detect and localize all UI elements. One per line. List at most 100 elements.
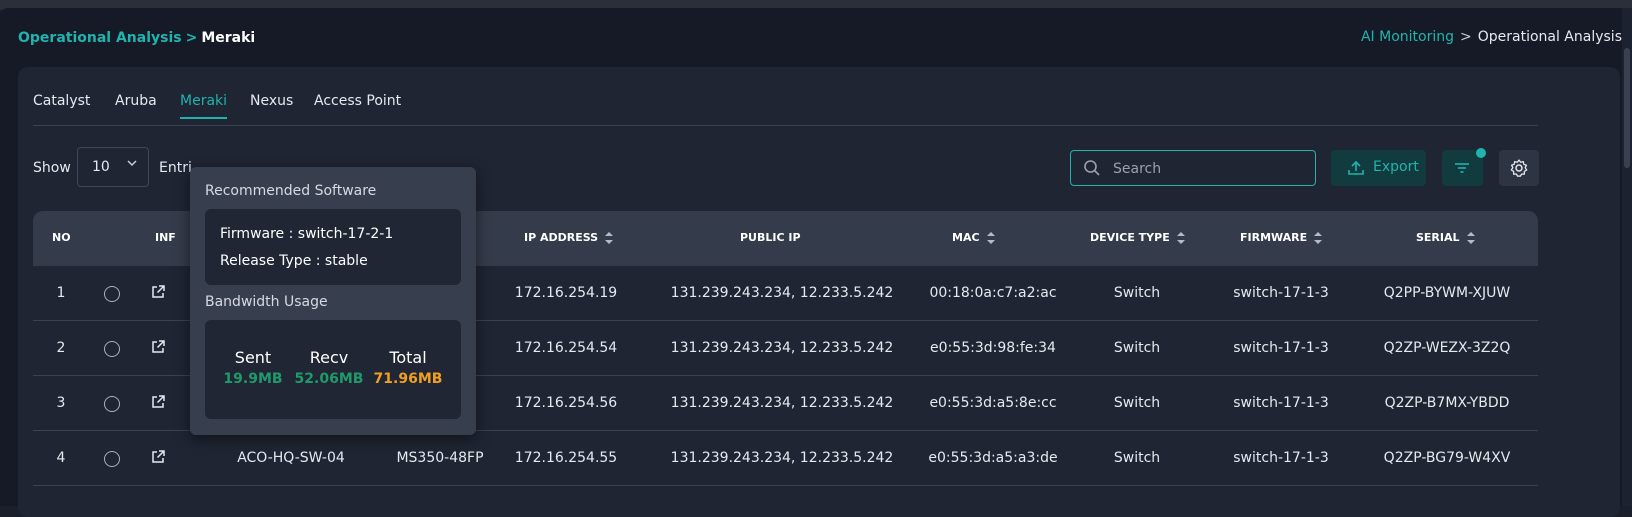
filter-icon [1453, 159, 1471, 181]
breadcrumb-current: Meraki [201, 30, 256, 46]
cell-model: MS350-48FP [396, 450, 484, 466]
entries-label: Entri [159, 160, 192, 176]
row-select-radio[interactable] [104, 451, 120, 467]
col-header-serial[interactable]: SERIAL [1416, 231, 1476, 245]
sent-value: 19.9MB [223, 371, 283, 387]
external-link-icon[interactable] [150, 339, 166, 359]
page-size-value: 10 [92, 159, 110, 175]
tab-aruba[interactable]: Aruba [115, 93, 157, 117]
breadcrumb-separator: > [1459, 29, 1472, 45]
col-header-device-type[interactable]: DEVICE TYPE [1090, 231, 1186, 245]
col-header-label: IP ADDRESS [524, 231, 599, 244]
bandwidth-sent: Sent 19.9MB [213, 348, 293, 387]
sort-icon [1466, 232, 1475, 244]
breadcrumb-link-operational-analysis[interactable]: Operational Analysis [18, 30, 182, 46]
search-icon [1083, 159, 1101, 181]
tab-catalyst[interactable]: Catalyst [33, 93, 90, 117]
cell-serial: Q2ZP-WEZX-3Z2Q [1383, 340, 1511, 356]
col-header-label: FIRMWARE [1240, 231, 1308, 244]
row-select-radio[interactable] [104, 341, 120, 357]
export-label: Export [1373, 159, 1419, 175]
bandwidth-recv: Recv 52.06MB [289, 348, 369, 387]
device-info-popover: Recommended Software Firmware : switch-1… [190, 167, 476, 435]
sort-icon [605, 232, 614, 244]
cell-no: 1 [56, 285, 66, 301]
cell-public-ip: 131.239.243.234, 12.233.5.242 [670, 450, 894, 466]
cell-serial: Q2ZP-B7MX-YBDD [1384, 395, 1510, 411]
cell-device-type: Switch [1113, 340, 1161, 356]
chevron-down-icon [126, 157, 138, 172]
cell-serial: Q2PP-BYWM-XJUW [1383, 285, 1511, 301]
cell-firmware: switch-17-1-3 [1233, 395, 1329, 411]
breadcrumb-link-ai-monitoring[interactable]: AI Monitoring [1361, 29, 1454, 45]
col-header-ip-address[interactable]: IP ADDRESS [524, 231, 614, 245]
external-link-icon[interactable] [150, 394, 166, 414]
bandwidth-usage-box: Sent 19.9MB Recv 52.06MB Total 71.96MB [205, 320, 461, 419]
cell-mac: e0:55:3d:98:fe:34 [930, 340, 1056, 356]
cell-device-type: Switch [1113, 395, 1161, 411]
total-label: Total [389, 348, 427, 367]
search-input[interactable] [1111, 157, 1305, 181]
upload-icon [1347, 159, 1365, 181]
cell-public-ip: 131.239.243.234, 12.233.5.242 [670, 395, 894, 411]
cell-firmware: switch-17-1-3 [1233, 450, 1329, 466]
search-box[interactable] [1070, 150, 1316, 186]
recommended-software-title: Recommended Software [205, 183, 377, 199]
external-link-icon[interactable] [150, 449, 166, 469]
cell-no: 4 [56, 450, 66, 466]
cell-name: ACO-HQ-SW-04 [237, 450, 345, 466]
cell-mac: e0:55:3d:a5:8e:cc [929, 395, 1057, 411]
cell-mac: 00:18:0a:c7:a2:ac [929, 285, 1057, 301]
recv-value: 52.06MB [294, 371, 364, 387]
sort-icon [986, 232, 995, 244]
show-label: Show [33, 160, 71, 176]
cell-mac: e0:55:3d:a5:a3:de [928, 450, 1058, 466]
device-tabs: Catalyst Aruba Meraki Nexus Access Point [33, 93, 1538, 126]
breadcrumb-current: Operational Analysis [1477, 29, 1622, 45]
external-link-icon[interactable] [150, 284, 166, 304]
cell-no: 3 [56, 395, 66, 411]
breadcrumb-left: Operational Analysis > Meraki [18, 30, 255, 46]
cell-ip: 172.16.254.55 [514, 450, 618, 466]
row-select-radio[interactable] [104, 396, 120, 412]
release-type-line: Release Type : stable [220, 253, 368, 269]
col-header-label: DEVICE TYPE [1090, 231, 1170, 244]
table-row[interactable]: 4 ACO-HQ-SW-04 MS350-48FP 172.16.254.55 … [33, 431, 1538, 486]
col-header-no[interactable]: NO [52, 231, 71, 244]
tab-nexus[interactable]: Nexus [250, 93, 293, 117]
scrollbar-track[interactable] [1622, 8, 1632, 506]
bandwidth-usage-title: Bandwidth Usage [205, 294, 328, 310]
recv-label: Recv [309, 348, 349, 367]
page-size-select[interactable]: 10 [77, 147, 149, 187]
cell-public-ip: 131.239.243.234, 12.233.5.242 [670, 340, 894, 356]
tab-meraki[interactable]: Meraki [180, 93, 228, 119]
col-header-public-ip[interactable]: PUBLIC IP [740, 231, 801, 244]
cell-device-type: Switch [1113, 285, 1161, 301]
settings-button[interactable] [1499, 150, 1539, 186]
col-header-label: MAC [952, 231, 980, 244]
cell-serial: Q2ZP-BG79-W4XV [1383, 450, 1511, 466]
cell-ip: 172.16.254.56 [514, 395, 618, 411]
cell-no: 2 [56, 340, 66, 356]
sort-icon [1314, 232, 1323, 244]
col-header-label: SERIAL [1416, 231, 1460, 244]
breadcrumb-right: AI Monitoring > Operational Analysis [1361, 29, 1622, 45]
firmware-line: Firmware : switch-17-2-1 [220, 226, 394, 242]
recommended-software-box: Firmware : switch-17-2-1 Release Type : … [205, 209, 461, 285]
cell-device-type: Switch [1113, 450, 1161, 466]
filter-active-indicator [1476, 148, 1486, 158]
breadcrumb-separator: > [185, 30, 198, 46]
col-header-mac[interactable]: MAC [952, 231, 996, 245]
sent-label: Sent [234, 348, 272, 367]
sort-icon [1176, 232, 1185, 244]
export-button[interactable]: Export [1331, 150, 1426, 186]
cell-public-ip: 131.239.243.234, 12.233.5.242 [670, 285, 894, 301]
cell-ip: 172.16.254.54 [514, 340, 618, 356]
col-header-firmware[interactable]: FIRMWARE [1240, 231, 1323, 245]
col-header-info[interactable]: INF [155, 231, 176, 244]
tab-access-point[interactable]: Access Point [314, 93, 401, 117]
gear-icon [1509, 158, 1529, 182]
total-value: 71.96MB [373, 371, 443, 387]
scrollbar-thumb[interactable] [1624, 48, 1630, 168]
row-select-radio[interactable] [104, 286, 120, 302]
